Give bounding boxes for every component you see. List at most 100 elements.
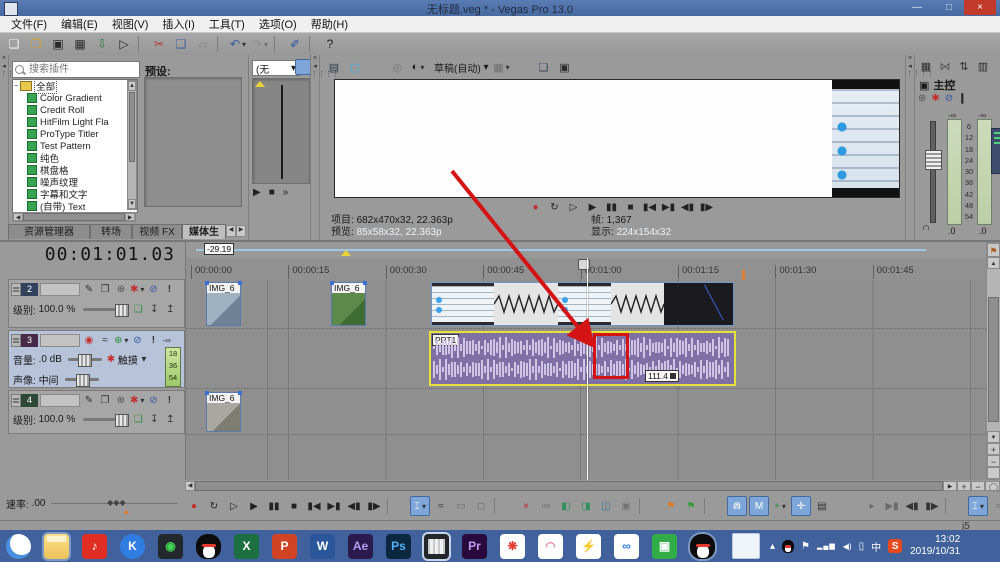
- volume-value[interactable]: .0 dB: [39, 354, 62, 365]
- tool-button[interactable]: [704, 498, 723, 514]
- project-video-properties-button[interactable]: ▤: [325, 59, 343, 75]
- toolbar-button[interactable]: [138, 36, 145, 52]
- downmix-output-button[interactable]: ⇅: [956, 58, 972, 74]
- track-name-field[interactable]: [40, 394, 80, 407]
- next-frame-button[interactable]: ▮▶: [698, 198, 715, 216]
- taskbar-photoshop[interactable]: Ps: [386, 533, 411, 559]
- timeline-hscrollbar[interactable]: ◀ ▶ + −: [185, 480, 1000, 492]
- level-slider[interactable]: [83, 304, 130, 317]
- maximize-button[interactable]: □: [936, 0, 962, 15]
- whats-this-help-button[interactable]: ?: [320, 35, 340, 53]
- go-to-end-button[interactable]: ▶▮: [660, 198, 677, 216]
- solo-icon[interactable]: !: [146, 334, 160, 347]
- automation-mode[interactable]: 触摸: [118, 352, 138, 367]
- preview-grip[interactable]: × ◂ ⋮⋮⋮⋮: [311, 55, 339, 240]
- taskbar-wechat[interactable]: ◉: [158, 533, 183, 559]
- tool-button[interactable]: [945, 498, 964, 514]
- taskbar-clock[interactable]: 13:02 2019/10/31: [910, 534, 960, 558]
- track-lanes[interactable]: IMG_6 IMG_6 PPT1: [186, 280, 986, 480]
- mini-go-end-button[interactable]: ▶▮: [883, 497, 901, 515]
- taskbar-aijianji[interactable]: ❋: [500, 533, 525, 559]
- tree-hscrollbar[interactable]: ◀ ▶: [12, 212, 136, 222]
- track-name-field[interactable]: [40, 283, 80, 296]
- previous-frame-button[interactable]: ◀▮: [345, 497, 363, 515]
- menu-item[interactable]: 文件(F): [4, 16, 54, 32]
- mini-next-frame-button[interactable]: ▮▶: [923, 497, 941, 515]
- tool-button[interactable]: [494, 498, 513, 514]
- track-fx-icon[interactable]: ⊕: [114, 283, 128, 296]
- insert-marker-button[interactable]: ⚑: [662, 497, 680, 515]
- scroll-left-icon[interactable]: ◀: [13, 213, 23, 221]
- zoom-tool-button[interactable]: ◻: [472, 497, 490, 515]
- track-header-4[interactable]: 4 ✎ ❐ ⊕ ✱ ⊘ ! 级别: 100.0 % ❏ ↧ ↥: [8, 390, 185, 434]
- tool-button[interactable]: [387, 498, 406, 514]
- dock-panel-icon[interactable]: ◂: [906, 63, 914, 71]
- compositing-mode-icon[interactable]: ❐: [98, 283, 112, 296]
- edit-tool-button[interactable]: ⌶: [410, 496, 430, 516]
- close-panel-icon[interactable]: ×: [0, 55, 8, 63]
- taskbar-qq-2[interactable]: [690, 533, 715, 559]
- tree-item[interactable]: Test Pattern: [13, 140, 137, 152]
- zoom-out-time-icon[interactable]: −: [971, 481, 985, 492]
- play-button[interactable]: ▶: [245, 497, 263, 515]
- taskbar-qq[interactable]: [196, 533, 221, 559]
- toolbox-button[interactable]: ▤: [813, 497, 831, 515]
- level-slider[interactable]: [83, 414, 130, 427]
- gear-icon[interactable]: ✱: [931, 93, 939, 104]
- taskbar-netease-music[interactable]: ♪: [82, 533, 107, 559]
- time-ruler[interactable]: 00:00:00 00:00:15 00:00:30 00:00:45 00:01:00…: [186, 258, 1000, 281]
- pause-button[interactable]: ▮▮: [265, 497, 283, 515]
- scroll-up-icon[interactable]: ▲: [987, 257, 1000, 269]
- tool-button[interactable]: [639, 498, 658, 514]
- menu-item[interactable]: 视图(V): [105, 16, 156, 32]
- lock-event-button[interactable]: ▣: [617, 497, 635, 515]
- taskbar-green-app[interactable]: ▣: [652, 533, 677, 559]
- tray-qq-icon[interactable]: [782, 539, 795, 553]
- solo-icon[interactable]: !: [162, 394, 176, 407]
- rate-value[interactable]: .00: [32, 498, 46, 509]
- taskbar-open-window-preview[interactable]: [732, 533, 760, 559]
- next-frame-button[interactable]: ▮▶: [365, 497, 383, 515]
- video-clip[interactable]: [431, 282, 734, 326]
- delete-button[interactable]: ×: [517, 497, 535, 515]
- toolbar-button[interactable]: [217, 36, 224, 52]
- bypass-motion-blur-icon[interactable]: ✎: [82, 283, 96, 296]
- enable-snapping-button[interactable]: ⋒: [727, 496, 747, 516]
- zoom-out-track-icon[interactable]: −: [987, 455, 1000, 467]
- make-composited-child-icon[interactable]: ❏: [131, 303, 145, 316]
- track-fx-icon[interactable]: ⊕: [114, 394, 128, 407]
- preview-quality-dropdown[interactable]: 草稿(自动) ▾: [434, 60, 488, 75]
- preview-toolbar-button[interactable]: [513, 59, 531, 75]
- pan-slider[interactable]: [64, 374, 99, 387]
- tree-item[interactable]: Color Gradient: [13, 92, 137, 104]
- minimize-button[interactable]: —: [904, 0, 930, 15]
- menu-item[interactable]: 编辑(E): [54, 16, 105, 32]
- tab-video-fx[interactable]: 视频 FX: [132, 223, 182, 239]
- keyframe-more-icon[interactable]: »: [283, 187, 289, 198]
- taskbar-after-effects[interactable]: Ae: [348, 533, 373, 559]
- tree-item[interactable]: 纯色: [13, 152, 137, 165]
- preview-toolbar-button[interactable]: [367, 59, 385, 75]
- mute-icon[interactable]: ⊘: [146, 394, 160, 407]
- chevron-down-icon[interactable]: ▾: [140, 353, 148, 366]
- dock-panel-icon[interactable]: ◂: [311, 63, 319, 71]
- split-screen-view-button[interactable]: ◐: [409, 59, 427, 75]
- level-value[interactable]: 100.0 %: [39, 414, 76, 425]
- capture-video-button[interactable]: ▷: [114, 35, 134, 53]
- automation-settings-icon[interactable]: ✱: [130, 394, 144, 407]
- gear-icon[interactable]: ✱: [104, 353, 118, 366]
- overlays-grid-button[interactable]: ▦: [492, 59, 510, 75]
- bus-fx-icon[interactable]: ⊕: [918, 93, 926, 104]
- image-clip-1[interactable]: IMG_6: [205, 281, 242, 326]
- render-as-button[interactable]: ▦: [70, 35, 90, 53]
- toolbar-button[interactable]: [274, 36, 281, 52]
- stop-button[interactable]: ■: [285, 497, 303, 515]
- auto-ripple-button[interactable]: ✛: [791, 496, 811, 516]
- track-header-3[interactable]: 3 ◉ ≈ ⊕ ⊘ ! -∞ 音量: .0 dB ✱ 触摸 ▾ 声像: 中间: [8, 330, 185, 388]
- zoom-in-track-icon[interactable]: +: [987, 443, 1000, 455]
- scroll-right-icon[interactable]: ▶: [943, 481, 957, 491]
- rate-slider[interactable]: ◆◆◆ ▲: [51, 498, 178, 516]
- tab-transitions[interactable]: 转场: [90, 223, 132, 239]
- scroll-right-icon[interactable]: ▶: [125, 213, 135, 221]
- go-to-start-button[interactable]: ▮◀: [305, 497, 323, 515]
